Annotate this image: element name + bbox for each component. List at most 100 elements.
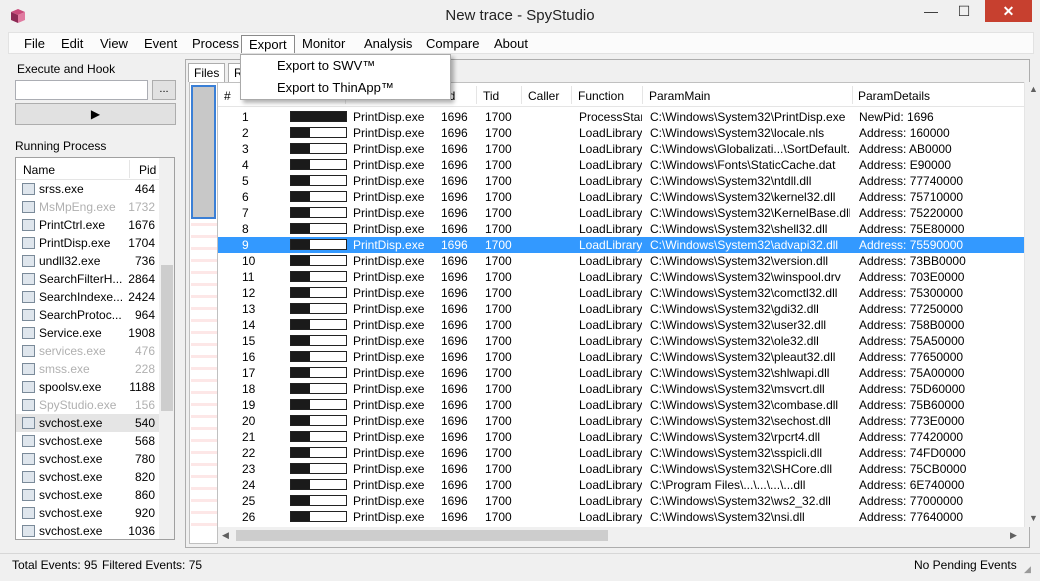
process-list-item[interactable]: PrintCtrl.exe 1676 xyxy=(16,216,159,234)
process-list-item[interactable]: svchost.exe 920 xyxy=(16,504,159,522)
scroll-up-icon[interactable]: ▲ xyxy=(1029,84,1038,94)
menu-about[interactable]: About xyxy=(487,35,535,53)
process-list-item[interactable]: srss.exe 464 xyxy=(16,180,159,198)
process-list-item[interactable]: MsMpEng.exe 1732 xyxy=(16,198,159,216)
table-row[interactable]: 13 PrintDisp.exe 1696 1700 LoadLibrary C:\Win… xyxy=(218,301,1024,317)
col-caller-header[interactable]: Caller xyxy=(528,89,559,103)
menu-analysis[interactable]: Analysis xyxy=(357,35,419,53)
menu-event[interactable]: Event xyxy=(137,35,184,53)
table-row[interactable]: 6 PrintDisp.exe 1696 1700 LoadLibrary C:\Wind… xyxy=(218,189,1024,205)
table-row[interactable]: 11 PrintDisp.exe 1696 1700 LoadLibrary C:\Win… xyxy=(218,269,1024,285)
process-list-item[interactable]: svchost.exe 1036 xyxy=(16,522,159,539)
table-row[interactable]: 2 PrintDisp.exe 1696 1700 LoadLibrary C:\Wind… xyxy=(218,125,1024,141)
table-row[interactable]: 18 PrintDisp.exe 1696 1700 LoadLibrary C:\Win… xyxy=(218,381,1024,397)
col-paramdetails-header[interactable]: ParamDetails xyxy=(858,89,930,103)
col-pid-header[interactable]: Pid xyxy=(139,163,156,177)
table-row[interactable]: 16 PrintDisp.exe 1696 1700 LoadLibrary C:\Win… xyxy=(218,349,1024,365)
table-row[interactable]: 26 PrintDisp.exe 1696 1700 LoadLibrary C:\Win… xyxy=(218,509,1024,525)
menu-compare[interactable]: Compare xyxy=(419,35,486,53)
events-grid[interactable]: # Pid Tid Caller Function ParamMain Para… xyxy=(218,82,1024,527)
cell-function: LoadLibrary xyxy=(579,430,642,444)
table-row[interactable]: 15 PrintDisp.exe 1696 1700 LoadLibrary C:\Win… xyxy=(218,333,1024,349)
process-list-item[interactable]: services.exe 476 xyxy=(16,342,159,360)
table-row[interactable]: 17 PrintDisp.exe 1696 1700 LoadLibrary C:\Win… xyxy=(218,365,1024,381)
minimize-button[interactable]: — xyxy=(917,0,945,22)
menu-edit[interactable]: Edit xyxy=(54,35,90,53)
scroll-thumb[interactable] xyxy=(236,530,608,541)
table-row[interactable]: 21 PrintDisp.exe 1696 1700 LoadLibrary C:\Win… xyxy=(218,429,1024,445)
run-button[interactable]: ▶ xyxy=(15,103,176,125)
menu-monitor[interactable]: Monitor xyxy=(295,35,352,53)
process-list-item[interactable]: smss.exe 228 xyxy=(16,360,159,378)
table-row[interactable]: 9 PrintDisp.exe 1696 1700 LoadLibrary C:\Wind… xyxy=(218,237,1024,253)
grid-vertical-scrollbar[interactable]: ▲ ▼ xyxy=(1024,82,1040,527)
table-row[interactable]: 1 PrintDisp.exe 1696 1700 ProcessStarted C:\W… xyxy=(218,109,1024,125)
process-list-item[interactable]: svchost.exe 820 xyxy=(16,468,159,486)
minimap-stripe xyxy=(191,439,217,442)
maximize-button[interactable]: ☐ xyxy=(950,0,978,22)
process-list-item[interactable]: SearchProtoc... 964 xyxy=(16,306,159,324)
table-row[interactable]: 22 PrintDisp.exe 1696 1700 LoadLibrary C:\Win… xyxy=(218,445,1024,461)
cell-process: PrintDisp.exe xyxy=(353,222,425,236)
table-row[interactable]: 24 PrintDisp.exe 1696 1700 LoadLibrary C:\Pro… xyxy=(218,477,1024,493)
col-function-header[interactable]: Function xyxy=(578,89,624,103)
process-list-item[interactable]: svchost.exe 860 xyxy=(16,486,159,504)
table-row[interactable]: 10 PrintDisp.exe 1696 1700 LoadLibrary C:\Win… xyxy=(218,253,1024,269)
resize-grip-icon[interactable]: ◢ xyxy=(1024,564,1031,575)
process-icon xyxy=(22,417,35,429)
table-row[interactable]: 3 PrintDisp.exe 1696 1700 LoadLibrary C:\Wind… xyxy=(218,141,1024,157)
menu-file[interactable]: File xyxy=(17,35,52,53)
process-list-item[interactable]: undll32.exe 736 xyxy=(16,252,159,270)
table-row[interactable]: 19 PrintDisp.exe 1696 1700 LoadLibrary C:\Win… xyxy=(218,397,1024,413)
scroll-down-icon[interactable]: ▼ xyxy=(1029,513,1038,523)
scroll-thumb[interactable] xyxy=(161,265,173,411)
col-tid-header[interactable]: Tid xyxy=(483,89,499,103)
process-list-item[interactable]: svchost.exe 540 xyxy=(16,414,159,432)
scroll-left-icon[interactable]: ◀ xyxy=(222,530,229,541)
minimap-stripe xyxy=(191,343,217,346)
menu-view[interactable]: View xyxy=(93,35,135,53)
table-row[interactable]: 14 PrintDisp.exe 1696 1700 LoadLibrary C:\Win… xyxy=(218,317,1024,333)
table-row[interactable]: 12 PrintDisp.exe 1696 1700 LoadLibrary C:\Win… xyxy=(218,285,1024,301)
process-list[interactable]: Name Pid srss.exe 464 MsMpEng.exe 1732 Print… xyxy=(15,157,175,540)
table-row[interactable]: 25 PrintDisp.exe 1696 1700 LoadLibrary C:\Win… xyxy=(218,493,1024,509)
cell-tid: 1700 xyxy=(485,398,512,412)
minimap-viewport[interactable] xyxy=(191,85,216,219)
table-row[interactable]: 5 PrintDisp.exe 1696 1700 LoadLibrary C:\Wind… xyxy=(218,173,1024,189)
minimap-stripe xyxy=(191,427,217,430)
table-row[interactable]: 4 PrintDisp.exe 1696 1700 LoadLibrary C:\Wind… xyxy=(218,157,1024,173)
cell-paramdetails: NewPid: 1696 xyxy=(859,110,934,124)
tab-files[interactable]: Files xyxy=(188,63,226,82)
process-list-item[interactable]: Service.exe 1908 xyxy=(16,324,159,342)
table-row[interactable]: 7 PrintDisp.exe 1696 1700 LoadLibrary C:\Wind… xyxy=(218,205,1024,221)
trace-minimap[interactable] xyxy=(189,82,218,544)
process-list-item[interactable]: SearchFilterH... 2864 xyxy=(16,270,159,288)
execute-path-input[interactable] xyxy=(15,80,148,100)
process-list-item[interactable]: svchost.exe 780 xyxy=(16,450,159,468)
process-list-item[interactable]: svchost.exe 568 xyxy=(16,432,159,450)
menu-export[interactable]: Export xyxy=(241,35,295,53)
col-name-header[interactable]: Name xyxy=(23,163,55,177)
cell-parammain: C:\Windows\Fonts\StaticCache.dat xyxy=(650,158,836,172)
process-pid: 736 xyxy=(134,254,155,268)
cell-pid: 1696 xyxy=(441,302,468,316)
process-list-item[interactable]: SpyStudio.exe 156 xyxy=(16,396,159,414)
grid-horizontal-scrollbar[interactable]: ◀ ▶ xyxy=(218,527,1024,544)
export-swv-item[interactable]: Export to SWV™ xyxy=(277,58,375,73)
cell-function: LoadLibrary xyxy=(579,158,642,172)
browse-button[interactable]: ... xyxy=(152,80,176,100)
export-thinapp-item[interactable]: Export to ThinApp™ xyxy=(277,80,394,95)
cell-function: LoadLibrary xyxy=(579,286,642,300)
col-number-header[interactable]: # xyxy=(224,89,231,103)
close-button[interactable]: ✕ xyxy=(985,0,1032,22)
scroll-right-icon[interactable]: ▶ xyxy=(1010,530,1017,541)
process-list-item[interactable]: SearchIndexe... 2424 xyxy=(16,288,159,306)
menu-process[interactable]: Process xyxy=(185,35,246,53)
table-row[interactable]: 8 PrintDisp.exe 1696 1700 LoadLibrary C:\Wind… xyxy=(218,221,1024,237)
process-list-item[interactable]: spoolsv.exe 1188 xyxy=(16,378,159,396)
table-row[interactable]: 23 PrintDisp.exe 1696 1700 LoadLibrary C:\Win… xyxy=(218,461,1024,477)
process-list-item[interactable]: PrintDisp.exe 1704 xyxy=(16,234,159,252)
table-row[interactable]: 20 PrintDisp.exe 1696 1700 LoadLibrary C:\Win… xyxy=(218,413,1024,429)
process-list-scrollbar[interactable] xyxy=(159,158,174,539)
col-parammain-header[interactable]: ParamMain xyxy=(649,89,710,103)
